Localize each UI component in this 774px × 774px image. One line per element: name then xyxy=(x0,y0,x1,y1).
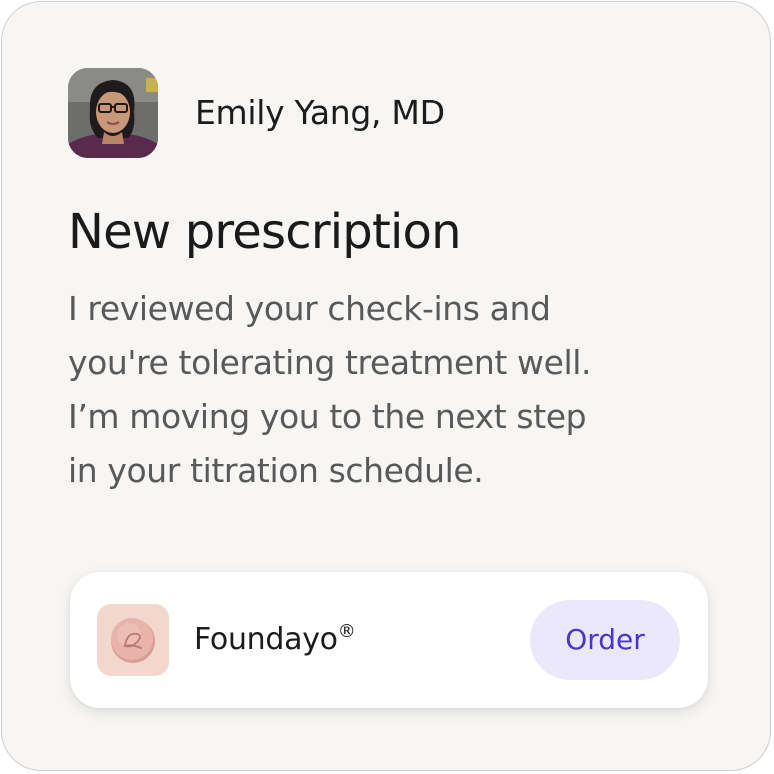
doctor-avatar-photo-icon xyxy=(68,68,158,158)
message-line: I’m moving you to the next step xyxy=(68,397,587,436)
message-line: in your titration schedule. xyxy=(68,451,484,490)
medication-name-text: Foundayo xyxy=(194,622,338,657)
doctor-name: Emily Yang, MD xyxy=(195,93,445,132)
medication-name: Foundayo® xyxy=(194,620,356,660)
pill-icon xyxy=(97,604,169,676)
registered-mark: ® xyxy=(337,621,356,642)
doctor-avatar xyxy=(68,68,158,158)
message-body: I reviewed your check-ins and you're tol… xyxy=(68,282,728,498)
medication-card: Foundayo® Order xyxy=(70,572,708,708)
message-line: you're tolerating treatment well. xyxy=(68,343,592,382)
message-line: I reviewed your check-ins and xyxy=(68,289,551,328)
message-title: New prescription xyxy=(68,204,462,260)
order-button[interactable]: Order xyxy=(530,600,680,680)
prescription-notification-card: Emily Yang, MD New prescription I review… xyxy=(1,1,771,771)
